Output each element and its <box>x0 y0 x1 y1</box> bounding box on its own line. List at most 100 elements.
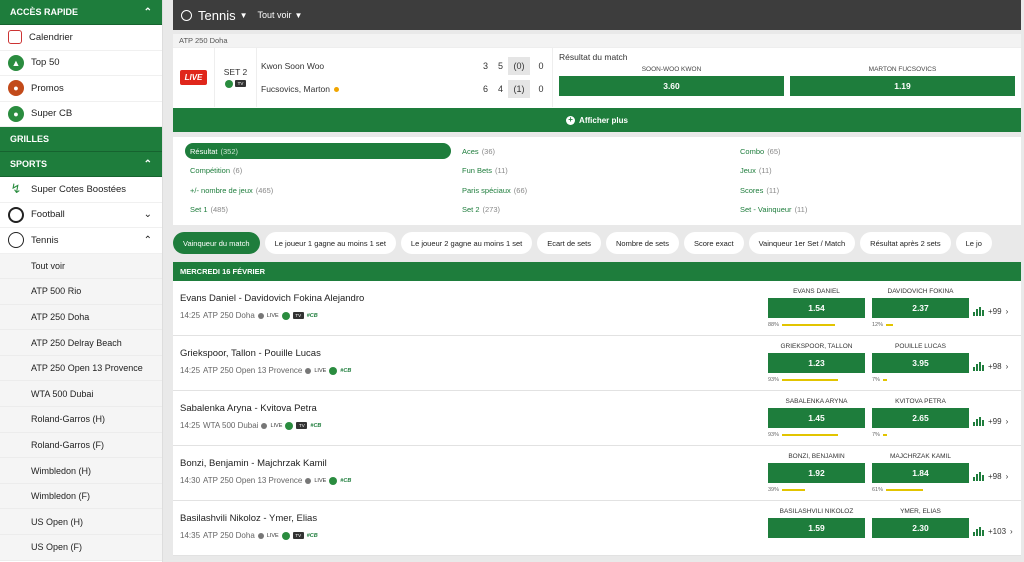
market-filter-item[interactable]: Combo (65) <box>735 143 995 159</box>
odd-cell: BASILASHVILI NIKOLOZ 1.59 <box>768 508 865 549</box>
sports-header[interactable]: SPORTS ⌃ <box>0 152 162 177</box>
market-filter-item[interactable]: Fun Bets (11) <box>457 163 729 179</box>
score-set2: 4 <box>497 84 503 95</box>
set-label: SET 2 <box>223 67 248 77</box>
cb-tag: #CB <box>310 422 322 429</box>
event-row[interactable]: Bonzi, Benjamin - Majchrzak Kamil 14:30 … <box>173 446 1021 501</box>
tv-icon: TV <box>296 422 308 429</box>
sidebar-sub-item[interactable]: Wimbledon (H) <box>0 458 162 484</box>
bet-type-chip[interactable]: Vainqueur 1er Set / Match <box>748 232 856 254</box>
odd-button[interactable]: 2.37 <box>872 298 969 318</box>
grids-header[interactable]: GRILLES <box>0 127 162 152</box>
event-odds: GRIEKSPOOR, TALLON 1.23 93% POUILLE LUCA… <box>768 343 969 384</box>
odd-button[interactable]: 1.84 <box>872 463 969 483</box>
market-filter-item[interactable]: +/- nombre de jeux (465) <box>185 182 451 198</box>
odd-button[interactable]: 2.65 <box>872 408 969 428</box>
market-filter-item[interactable]: Jeux (11) <box>735 163 995 179</box>
bet-type-chip[interactable]: Vainqueur du match <box>173 232 260 254</box>
market-label: Compétition <box>190 166 231 175</box>
show-more-button[interactable]: + Afficher plus <box>173 108 1021 132</box>
market-filters: Résultat (352) Aces (36) Combo (65) Compétitio… <box>173 137 1021 225</box>
flame-icon: ▲ <box>8 54 24 71</box>
sidebar-item-top50[interactable]: ▲ Top 50 <box>0 51 162 76</box>
bet-type-chip[interactable]: Le joueur 1 gagne au moins 1 set <box>264 232 396 254</box>
quick-access-header[interactable]: ACCÈS RAPIDE ⌃ <box>0 0 162 25</box>
live-match-row[interactable]: LIVE SET 2 TV Kwon Soon Woo 3 5 (0) 0 Fu… <box>173 47 1021 107</box>
odd-button[interactable]: 1.92 <box>768 463 865 483</box>
sidebar-item-football[interactable]: Football ⌄ <box>0 203 162 228</box>
percentage-label: 7% <box>872 376 880 383</box>
odd-button[interactable]: 3.95 <box>872 353 969 373</box>
live-match-card: ATP 250 Doha LIVE SET 2 TV Kwon Soon Woo… <box>173 34 1021 132</box>
sidebar-sub-item[interactable]: US Open (H) <box>0 509 162 536</box>
market-count: (465) <box>255 185 274 195</box>
odd-button[interactable]: 1.45 <box>768 408 865 428</box>
sidebar-sub-item[interactable]: WTA 500 Dubai <box>0 381 162 408</box>
event-row[interactable]: Griekspoor, Tallon - Pouille Lucas 14:25… <box>173 336 1021 391</box>
view-all-dropdown[interactable]: Tout voir <box>258 10 292 20</box>
sidebar-item-super-cb[interactable]: ● Super CB <box>0 102 162 127</box>
sidebar-sub-item[interactable]: Tout voir <box>0 253 162 280</box>
sidebar-sub-item[interactable]: ATP 500 Rio <box>0 279 162 305</box>
bet-type-chip[interactable]: Ecart de sets <box>537 232 602 254</box>
market-label: Jeux <box>740 166 756 175</box>
score-points: 0 <box>538 60 544 71</box>
market-filter-item[interactable]: Set 2 (273) <box>457 202 729 218</box>
chevron-down-icon[interactable]: ▼ <box>240 11 248 20</box>
market-filter-item[interactable]: Paris spéciaux (66) <box>457 182 729 198</box>
more-bets-link[interactable]: +98 › <box>973 472 1008 481</box>
odd-cell: GRIEKSPOOR, TALLON 1.23 93% <box>768 343 865 384</box>
more-bets-link[interactable]: +103 › <box>973 527 1013 536</box>
percentage-label: 88% <box>768 321 780 328</box>
odd-button[interactable]: 1.54 <box>768 298 865 318</box>
odd-button[interactable]: 1.23 <box>768 353 865 373</box>
event-row[interactable]: Evans Daniel - Davidovich Fokina Alejand… <box>173 281 1021 336</box>
more-bets-link[interactable]: +99 › <box>973 417 1008 426</box>
market-filter-item[interactable]: Set 1 (485) <box>185 202 451 218</box>
sidebar-sub-item[interactable]: Wimbledon (F) <box>0 483 162 510</box>
sidebar-sub-item[interactable]: Roland-Garros (F) <box>0 432 162 459</box>
event-row[interactable]: Basilashvili Nikoloz - Ymer, Elias 14:35… <box>173 501 1021 556</box>
sidebar-item-calendar[interactable]: Calendrier <box>0 25 162 51</box>
market-title: Résultat du match <box>559 52 628 62</box>
bet-type-chip[interactable]: Nombre de sets <box>606 232 679 254</box>
sidebar-item-boosted-odds[interactable]: ↯ Super Cotes Boostées <box>0 177 162 203</box>
market-filter-item[interactable]: Aces (36) <box>457 143 729 159</box>
sidebar-sub-item[interactable]: ATP 250 Open 13 Provence <box>0 355 162 382</box>
chevron-up-icon: ⌃ <box>143 6 152 18</box>
sidebar-item-promos[interactable]: ● Promos <box>0 76 162 102</box>
football-icon <box>8 206 24 223</box>
chevron-down-icon[interactable]: ▼ <box>295 11 303 20</box>
odd-percentage <box>872 540 969 549</box>
odd-button[interactable]: 1.19 <box>790 76 1015 96</box>
odd-button[interactable]: 2.30 <box>872 518 969 538</box>
market-filter-item[interactable]: Set - Vainqueur (11) <box>735 202 995 218</box>
sidebar-sub-item[interactable]: US Open (F) <box>0 535 162 561</box>
bet-type-chip[interactable]: Score exact <box>683 232 744 254</box>
event-time: 14:25 <box>180 421 201 430</box>
bar-chart-icon <box>973 307 984 316</box>
market-filter-item[interactable]: Résultat (352) <box>185 143 451 159</box>
market-filter-item[interactable]: Scores (11) <box>735 182 995 198</box>
sidebar-sub-item[interactable]: Roland-Garros (H) <box>0 407 162 433</box>
tv-icon: TV <box>292 532 304 539</box>
bet-type-chip[interactable]: Le joueur 2 gagne au moins 1 set <box>400 232 533 254</box>
market-filter-item[interactable]: Compétition (6) <box>185 163 451 179</box>
sidebar-sub-item[interactable]: ATP 250 Doha <box>0 304 162 331</box>
tennis-ball-icon <box>8 232 24 249</box>
bet-type-chip[interactable]: Le jo <box>955 232 992 254</box>
event-row[interactable]: Sabalenka Aryna - Kvitova Petra 14:25 WT… <box>173 391 1021 446</box>
more-bets-link[interactable]: +98 › <box>973 362 1008 371</box>
odd-button[interactable]: 3.60 <box>559 76 784 96</box>
event-odds: BASILASHVILI NIKOLOZ 1.59 YMER, ELIAS 2.… <box>768 508 969 549</box>
sidebar-sub-item[interactable]: ATP 250 Delray Beach <box>0 330 162 356</box>
odd-name: KVITOVA PETRA <box>895 398 946 405</box>
bet-type-chip[interactable]: Résultat après 2 sets <box>860 232 951 254</box>
set-indicator: SET 2 TV <box>215 48 257 107</box>
odd-button[interactable]: 1.59 <box>768 518 865 538</box>
market-count: (11) <box>794 205 808 214</box>
odd-cell: SABALENKA ARYNA 1.45 93% <box>768 398 865 439</box>
more-bets-link[interactable]: +99 › <box>973 307 1008 316</box>
odd-name: POUILLE LUCAS <box>895 343 946 350</box>
sidebar-item-tennis[interactable]: Tennis ⌃ <box>0 228 162 254</box>
